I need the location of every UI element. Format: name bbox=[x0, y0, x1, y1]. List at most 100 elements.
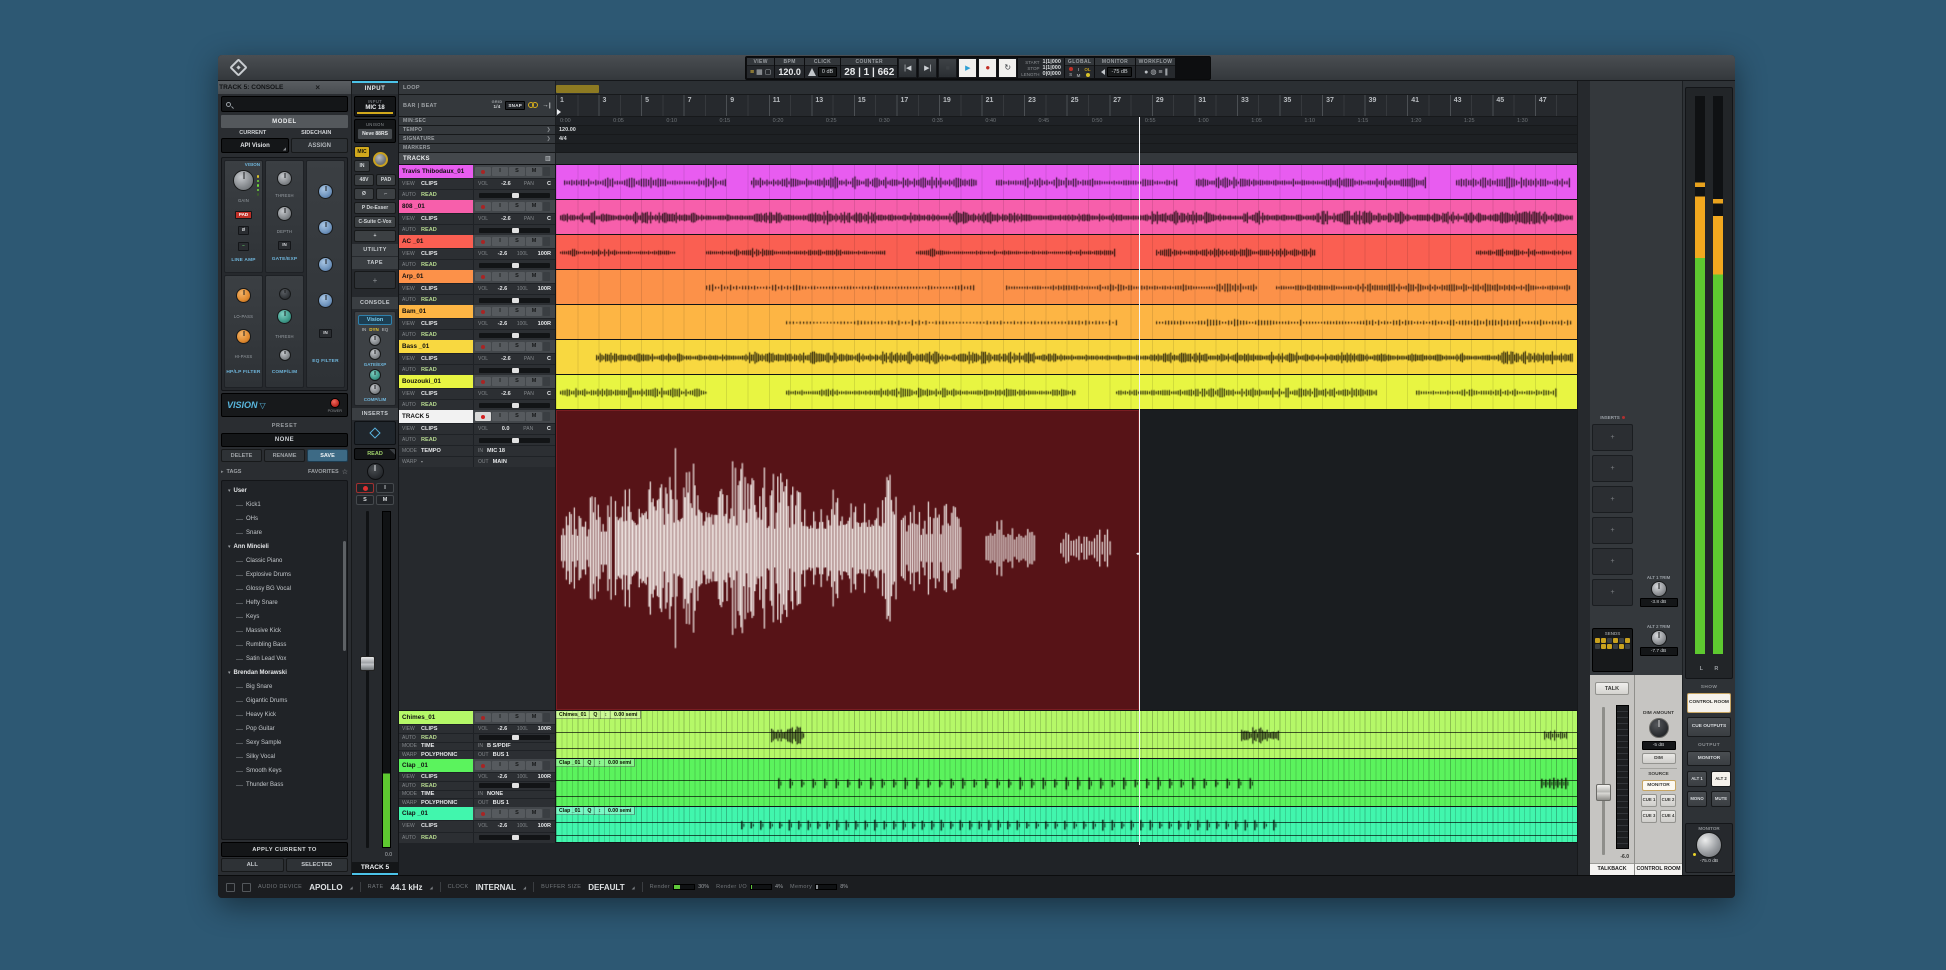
cue3-button[interactable]: CUE 3 bbox=[1641, 810, 1657, 823]
global-ol[interactable]: OL bbox=[1084, 67, 1090, 72]
close-icon[interactable]: × bbox=[285, 83, 352, 92]
cue2-button[interactable]: CUE 2 bbox=[1660, 794, 1676, 807]
preset-item[interactable]: Heavy Kick bbox=[222, 708, 347, 722]
mute-button[interactable]: M bbox=[526, 342, 542, 351]
mute-button[interactable]: M bbox=[526, 167, 542, 176]
model-sidechain-tab[interactable]: SIDECHAIN bbox=[285, 130, 349, 136]
clip-header[interactable]: Clap _01Q↕0.00 semi bbox=[556, 759, 635, 767]
play-button[interactable]: ▶ bbox=[958, 58, 977, 78]
min-sec-row-label[interactable]: MIN:SEC bbox=[399, 117, 556, 125]
pan-value[interactable]: 100R bbox=[538, 286, 551, 292]
track-row-value[interactable]: CLIPS bbox=[421, 251, 437, 257]
pan-slider[interactable] bbox=[479, 438, 550, 443]
input-monitor-button[interactable]: I bbox=[492, 761, 508, 770]
track-name[interactable]: AC _01 bbox=[399, 235, 473, 248]
apply-selected-button[interactable]: SELECTED bbox=[286, 858, 349, 872]
vol-value[interactable]: -2.6 bbox=[498, 774, 508, 780]
phase-button[interactable]: Ø bbox=[238, 226, 250, 235]
dim-value[interactable]: -5 dB bbox=[1642, 741, 1676, 750]
signature-value[interactable]: 4/4 bbox=[559, 136, 567, 142]
preset-item[interactable]: Explosive Drums bbox=[222, 568, 347, 582]
out-value[interactable]: BUS 1 bbox=[493, 800, 509, 806]
input-monitor-button[interactable]: I bbox=[492, 272, 508, 281]
bpm-value[interactable]: 120.0 bbox=[778, 67, 801, 77]
loop-region[interactable] bbox=[556, 85, 599, 93]
preset-item[interactable]: Smooth Keys bbox=[222, 764, 347, 778]
track-row-value[interactable]: READ bbox=[421, 192, 437, 198]
track-row-value[interactable]: CLIPS bbox=[421, 823, 437, 829]
track-lane[interactable] bbox=[556, 305, 1577, 339]
preset-item[interactable]: Keys bbox=[222, 610, 347, 624]
global-solo[interactable]: S bbox=[1069, 72, 1072, 77]
pan-knob[interactable] bbox=[367, 463, 384, 480]
cue4-button[interactable]: CUE 4 bbox=[1660, 810, 1676, 823]
record-fx-slot-1[interactable]: P De-Esser bbox=[354, 202, 396, 214]
preset-group[interactable]: ▾Ann Mincieli bbox=[222, 540, 347, 554]
track-row-value[interactable]: TIME bbox=[421, 743, 434, 749]
stop-button[interactable]: ■ bbox=[938, 58, 957, 78]
input-monitor-button[interactable]: I bbox=[492, 202, 508, 211]
bar-ruler[interactable]: 1357911131517192123252729313335373941434… bbox=[556, 95, 1577, 116]
out-value[interactable]: BUS 1 bbox=[493, 752, 509, 758]
hi-pass-knob[interactable] bbox=[236, 329, 251, 344]
input-in-button[interactable]: IN bbox=[354, 160, 370, 172]
alt2-trim-knob[interactable] bbox=[1651, 630, 1667, 646]
mini-comp-release-knob[interactable] bbox=[369, 383, 381, 395]
pan-slider[interactable] bbox=[479, 228, 550, 233]
vision-channel-button[interactable]: Vision bbox=[358, 315, 392, 325]
track-name[interactable]: Bam_01 bbox=[399, 305, 473, 318]
master-insert-slot[interactable]: + bbox=[1592, 579, 1633, 606]
mini-gate-depth-knob[interactable] bbox=[369, 348, 381, 360]
preset-group[interactable]: ▾Brendan Morawski bbox=[222, 666, 347, 680]
assign-button[interactable]: ASSIGN bbox=[291, 138, 348, 153]
workflow-record-icon[interactable]: ● bbox=[1144, 69, 1148, 76]
talkback-fader-handle[interactable] bbox=[1596, 784, 1611, 801]
track-lane[interactable] bbox=[556, 235, 1577, 269]
signature-lane[interactable]: 4/4 bbox=[556, 135, 1577, 143]
vol-value[interactable]: -2.6 bbox=[501, 356, 511, 362]
comp-release-knob[interactable] bbox=[279, 349, 291, 361]
grid-setting[interactable]: GRID1/4 bbox=[492, 101, 503, 109]
show-control-room-button[interactable]: CONTROL ROOM bbox=[1687, 693, 1731, 713]
track-row-value[interactable]: TEMPO bbox=[421, 448, 441, 454]
mute-button[interactable]: M bbox=[526, 237, 542, 246]
preset-item[interactable]: Classic Piano bbox=[222, 554, 347, 568]
pad-button[interactable]: PAD bbox=[376, 174, 396, 186]
pan-value[interactable]: 100R bbox=[538, 823, 551, 829]
vol-value[interactable]: -2.6 bbox=[498, 726, 508, 732]
record-arm-button[interactable] bbox=[475, 307, 491, 316]
track-lane[interactable]: Clap _01Q↕0.00 semi bbox=[556, 807, 1577, 842]
counter-value[interactable]: 28 | 1 | 662 bbox=[844, 67, 894, 78]
markers-lane[interactable] bbox=[556, 144, 1577, 152]
lo-pass-knob[interactable] bbox=[236, 288, 251, 303]
track-lane[interactable] bbox=[556, 340, 1577, 374]
track-name[interactable]: Clap _01 bbox=[399, 759, 473, 772]
layout-icon-1[interactable] bbox=[226, 883, 235, 892]
layout-icon-2[interactable] bbox=[242, 883, 251, 892]
mute-button[interactable]: M bbox=[376, 495, 394, 505]
solo-button[interactable]: S bbox=[509, 713, 525, 722]
record-arm-button[interactable] bbox=[356, 483, 374, 493]
clip-header[interactable]: Chimes_01Q↕0.00 semi bbox=[556, 711, 641, 719]
track-row-value[interactable]: READ bbox=[421, 227, 437, 233]
workflow-mixer-icon[interactable]: ||| bbox=[1165, 69, 1167, 76]
tab-dyn[interactable]: DYN bbox=[369, 327, 379, 332]
fader-handle[interactable] bbox=[360, 656, 375, 671]
inserts-section-header[interactable]: INSERTS bbox=[352, 408, 398, 420]
tempo-row-label[interactable]: TEMPO❯ bbox=[399, 126, 556, 134]
vol-value[interactable]: -2.6 bbox=[498, 286, 508, 292]
list-view-icon[interactable]: ≡ bbox=[750, 69, 754, 76]
track-name[interactable]: Travis Thibodaux_01 bbox=[399, 165, 473, 178]
track-row-value[interactable]: READ bbox=[421, 402, 437, 408]
solo-button[interactable]: S bbox=[509, 202, 525, 211]
dim-button[interactable]: DIM bbox=[1642, 753, 1676, 764]
pan-slider[interactable] bbox=[479, 735, 550, 740]
solo-button[interactable]: S bbox=[509, 377, 525, 386]
track-lane[interactable] bbox=[556, 200, 1577, 234]
comp-ratio-knob[interactable] bbox=[279, 288, 291, 300]
preset-item[interactable]: Thunder Bass bbox=[222, 778, 347, 792]
record-arm-button[interactable] bbox=[475, 202, 491, 211]
loop-row-label[interactable]: LOOP bbox=[399, 81, 556, 94]
track-list-icon[interactable]: ▥ bbox=[545, 155, 551, 162]
tape-section-header[interactable]: TAPE bbox=[352, 257, 398, 269]
